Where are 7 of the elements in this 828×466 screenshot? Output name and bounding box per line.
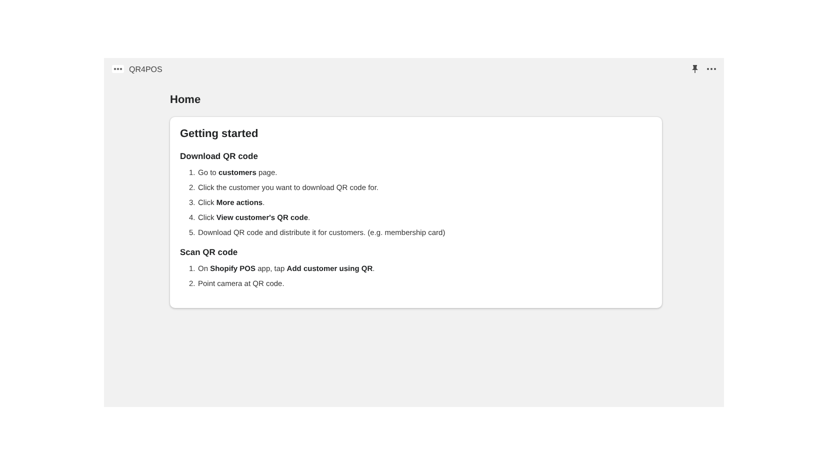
app-icon <box>112 65 124 73</box>
section-heading: Download QR code <box>180 151 259 161</box>
section-heading: Scan QR code <box>180 247 239 257</box>
page-title: Home <box>170 94 202 106</box>
card-title: Getting started <box>180 128 260 140</box>
app-title: QR4POS <box>129 64 162 74</box>
pin-icon[interactable] <box>692 65 698 73</box>
